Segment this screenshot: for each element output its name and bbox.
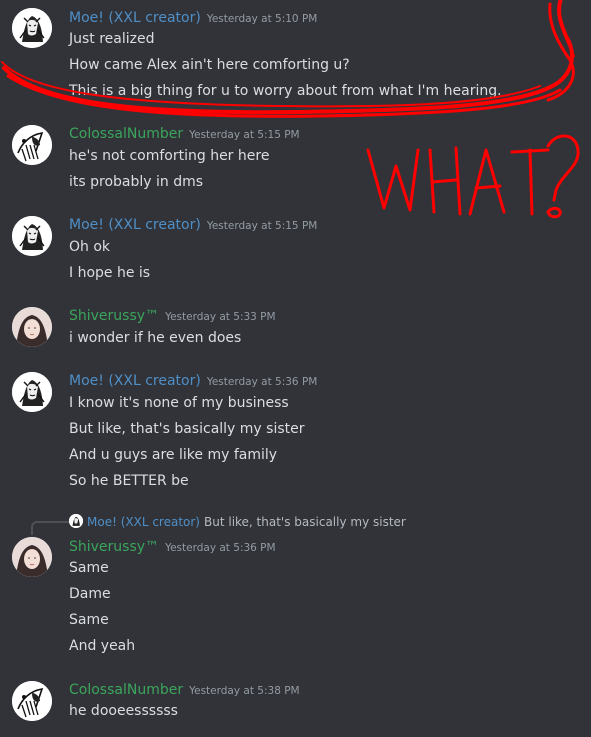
message-text: But like, that's basically my sister [69,421,305,437]
message-header: Shiverussy™ Yesterday at 5:33 PM [69,305,276,325]
message-text: I hope he is [69,265,151,281]
message-text: he dooeessssss [69,703,178,719]
avatar[interactable] [12,125,52,165]
message-header: Shiverussy™ Yesterday at 5:36 PM [69,536,276,556]
reply-avatar [69,514,83,528]
message-text: I know it's none of my business [69,395,289,411]
timestamp[interactable]: Yesterday at 5:36 PM [165,542,276,554]
message-text: And yeah [69,638,136,654]
chat-log: Moe! (XXL creator) Yesterday at 5:10 PM J… [0,0,591,737]
avatar[interactable] [12,537,52,577]
handwritten-h [428,146,462,216]
timestamp[interactable]: Yesterday at 5:15 PM [189,129,300,141]
message-text: Same [69,612,109,628]
avatar[interactable] [12,216,52,256]
scribble-loop [558,0,575,57]
message-text: i wonder if he even does [69,330,242,346]
timestamp[interactable]: Yesterday at 5:10 PM [207,13,318,25]
reply-text[interactable]: But like, that's basically my sister [204,515,406,529]
message-text: This is a big thing for u to worry about… [69,83,502,99]
message-header: ColossalNumber Yesterday at 5:38 PM [69,679,300,699]
avatar[interactable] [12,307,52,347]
author-name[interactable]: Moe! (XXL creator) [69,217,201,233]
timestamp[interactable]: Yesterday at 5:38 PM [189,685,300,697]
timestamp[interactable]: Yesterday at 5:33 PM [165,311,276,323]
timestamp[interactable]: Yesterday at 5:36 PM [207,376,318,388]
handwritten-w [366,148,420,212]
message-text: And u guys are like my family [69,447,278,463]
message-text: How came Alex ain't here comforting u? [69,57,350,73]
author-name[interactable]: ColossalNumber [69,126,183,142]
author-name[interactable]: Shiverussy™ [69,539,159,555]
reply-preview[interactable]: Moe! (XXL creator) But like, that's basic… [69,513,406,531]
avatar[interactable] [12,8,52,48]
author-name[interactable]: ColossalNumber [69,682,183,698]
message-header: Moe! (XXL creator) Yesterday at 5:36 PM [69,370,317,390]
message-text: Dame [69,586,111,602]
scribble-loop [546,2,575,102]
message-text: Same [69,560,109,576]
author-name[interactable]: Moe! (XXL creator) [69,373,201,389]
timestamp[interactable]: Yesterday at 5:15 PM [207,220,318,232]
avatar[interactable] [12,681,52,721]
message-header: Moe! (XXL creator) Yesterday at 5:15 PM [69,214,317,234]
message-text: its probably in dms [69,174,204,190]
handwritten-t [510,148,550,216]
avatar[interactable] [12,372,52,412]
message-header: Moe! (XXL creator) Yesterday at 5:10 PM [69,7,317,27]
message-text: he's not comforting her here [69,148,270,164]
message-text: So he BETTER be [69,473,189,489]
message-text: Oh ok [69,239,111,255]
author-name[interactable]: Moe! (XXL creator) [69,10,201,26]
author-name[interactable]: Shiverussy™ [69,308,159,324]
message-header: ColossalNumber Yesterday at 5:15 PM [69,123,300,143]
message-text: Just realized [69,31,155,47]
handwritten-question [546,134,580,202]
reply-author[interactable]: Moe! (XXL creator) [87,515,200,529]
handwritten-a [468,148,506,216]
handwritten-question-dot [546,206,562,219]
reply-connector [31,521,69,535]
